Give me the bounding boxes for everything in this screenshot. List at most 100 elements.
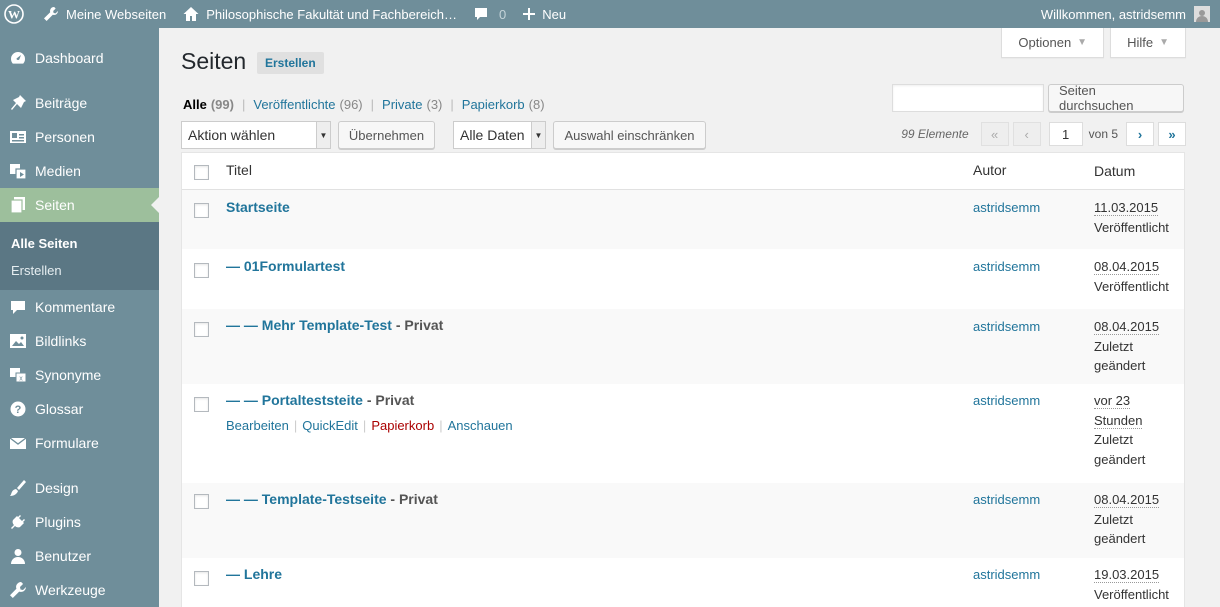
row-title-link[interactable]: — 01Formulartest	[226, 258, 345, 274]
edit-action-link[interactable]: Bearbeiten	[226, 418, 289, 433]
search-pages-button[interactable]: Seiten durchsuchen	[1048, 83, 1184, 113]
row-status: Veröffentlicht	[1094, 278, 1169, 294]
new-content-menu[interactable]: Neu	[514, 0, 574, 28]
bulk-action-select[interactable]: Aktion wählen ▼	[181, 121, 331, 149]
row-title-link[interactable]: — — Portalteststeite	[226, 392, 363, 408]
plugin-icon	[9, 513, 27, 531]
help-tab[interactable]: Hilfe ▼	[1110, 28, 1186, 58]
brush-icon	[9, 479, 27, 497]
menu-label: Plugins	[35, 514, 81, 530]
date-filter-select[interactable]: Alle Daten ▼	[453, 121, 546, 149]
wordpress-logo-icon[interactable]: W	[0, 0, 34, 28]
view-all-link[interactable]: Alle (99)	[183, 97, 234, 112]
view-action-link[interactable]: Anschauen	[448, 418, 513, 433]
filter-button[interactable]: Auswahl einschränken	[553, 121, 706, 149]
row-date-cell: 19.03.2015 Veröffentlicht	[1094, 565, 1182, 604]
menu-item-dashboard[interactable]: Dashboard	[0, 41, 159, 75]
menu-item-glossar[interactable]: ? Glossar	[0, 392, 159, 426]
menu-item-medien[interactable]: Medien	[0, 154, 159, 188]
menu-item-plugins[interactable]: Plugins	[0, 505, 159, 539]
add-new-page-button[interactable]: Erstellen	[257, 52, 324, 74]
view-trash-link[interactable]: Papierkorb (8)	[462, 97, 545, 112]
row-date-cell: 08.04.2015 Veröffentlicht	[1094, 257, 1182, 296]
row-author-link[interactable]: astridsemm	[973, 259, 1040, 274]
menu-item-personen[interactable]: Personen	[0, 120, 159, 154]
table-row: — Lehre astridsemm 19.03.2015 Veröffentli…	[182, 558, 1184, 607]
my-sites-menu[interactable]: Meine Webseiten	[34, 0, 174, 28]
row-title-link[interactable]: — Lehre	[226, 566, 282, 582]
screen-options-label: Optionen	[1018, 35, 1072, 50]
view-label: Papierkorb	[461, 97, 525, 112]
menu-item-kommentare[interactable]: Kommentare	[0, 290, 159, 324]
first-page-button[interactable]: «	[980, 122, 1009, 146]
row-author-link[interactable]: astridsemm	[973, 200, 1040, 215]
menu-item-benutzer[interactable]: Benutzer	[0, 539, 159, 573]
wrench-icon	[9, 581, 27, 599]
user-icon	[9, 547, 27, 565]
last-page-button[interactable]: »	[1158, 122, 1186, 146]
id-card-icon	[9, 128, 27, 146]
view-count: (99)	[210, 97, 234, 112]
my-sites-label: Meine Webseiten	[66, 6, 167, 22]
menu-item-formulare[interactable]: Formulare	[0, 426, 159, 460]
select-all-checkbox[interactable]	[194, 165, 209, 180]
comments-menu[interactable]: 0	[465, 0, 514, 28]
pin-icon	[9, 94, 27, 112]
image-icon	[9, 332, 27, 350]
row-checkbox[interactable]	[194, 494, 209, 509]
view-count: (96)	[339, 97, 363, 112]
search-input[interactable]	[892, 84, 1044, 112]
view-label: Veröffentlichte	[253, 97, 336, 112]
row-actions: Bearbeiten | QuickEdit | Papierkorb | An…	[226, 418, 513, 433]
welcome-text[interactable]: Willkommen, astridsemm	[1041, 7, 1186, 22]
row-checkbox[interactable]	[194, 203, 209, 218]
menu-item-design[interactable]: Design	[0, 471, 159, 505]
screen-options-tab[interactable]: Optionen ▼	[1001, 28, 1105, 58]
trash-action-link[interactable]: Papierkorb	[371, 418, 434, 433]
submenu-all-pages[interactable]: Alle Seiten	[0, 230, 159, 257]
menu-item-werkzeuge[interactable]: Werkzeuge	[0, 573, 159, 607]
row-author-link[interactable]: astridsemm	[973, 393, 1040, 408]
menu-item-seiten[interactable]: Seiten	[0, 188, 159, 222]
menu-label: Dashboard	[35, 50, 104, 66]
row-checkbox[interactable]	[194, 571, 209, 586]
row-status: Zuletzt geändert	[1094, 511, 1146, 547]
menu-label: Design	[35, 480, 79, 496]
row-date-cell: 08.04.2015 Zuletzt geändert	[1094, 317, 1182, 376]
prev-page-button[interactable]: ‹	[1012, 122, 1041, 146]
main-content: Optionen ▼ Hilfe ▼ Seiten Erstellen Alle…	[159, 28, 1220, 607]
menu-item-synonyme[interactable]: x Synonyme	[0, 358, 159, 392]
total-pages: von 5	[1088, 127, 1118, 141]
select-arrow-icon: ▼	[531, 122, 545, 148]
row-author-link[interactable]: astridsemm	[973, 492, 1040, 507]
row-checkbox[interactable]	[194, 263, 209, 278]
table-row: Startseite astridsemm 11.03.2015 Veröffen…	[182, 190, 1184, 249]
column-title-header[interactable]: Titel	[226, 162, 252, 178]
menu-label: Formulare	[35, 435, 99, 451]
row-author-link[interactable]: astridsemm	[973, 567, 1040, 582]
row-title-link[interactable]: — — Template-Testseite	[226, 491, 387, 507]
view-label: Private	[382, 97, 423, 112]
column-date-header[interactable]: Datum	[1094, 162, 1182, 182]
row-checkbox[interactable]	[194, 322, 209, 337]
apply-button[interactable]: Übernehmen	[338, 121, 435, 149]
row-checkbox[interactable]	[194, 397, 209, 412]
avatar[interactable]	[1194, 6, 1210, 22]
site-name-menu[interactable]: Philosophische Fakultät und Fachbereich…	[174, 0, 465, 28]
menu-label: Bildlinks	[35, 333, 87, 349]
view-published-link[interactable]: Veröffentlichte (96)	[253, 97, 362, 112]
row-title-link[interactable]: — — Mehr Template-Test	[226, 317, 392, 333]
current-page-input[interactable]: 1	[1048, 122, 1083, 146]
menu-item-beitraege[interactable]: Beiträge	[0, 86, 159, 120]
svg-text:W: W	[8, 8, 20, 22]
row-status: Veröffentlicht	[1094, 586, 1169, 602]
quick-edit-action-link[interactable]: QuickEdit	[302, 418, 358, 433]
submenu-add-new[interactable]: Erstellen	[0, 257, 159, 284]
row-author-link[interactable]: astridsemm	[973, 319, 1040, 334]
next-page-button[interactable]: ›	[1126, 122, 1154, 146]
row-status: Zuletzt geändert	[1094, 338, 1146, 374]
menu-item-bildlinks[interactable]: Bildlinks	[0, 324, 159, 358]
row-title-link[interactable]: Startseite	[226, 199, 290, 215]
separator: |	[439, 418, 443, 433]
view-private-link[interactable]: Private (3)	[382, 97, 442, 112]
